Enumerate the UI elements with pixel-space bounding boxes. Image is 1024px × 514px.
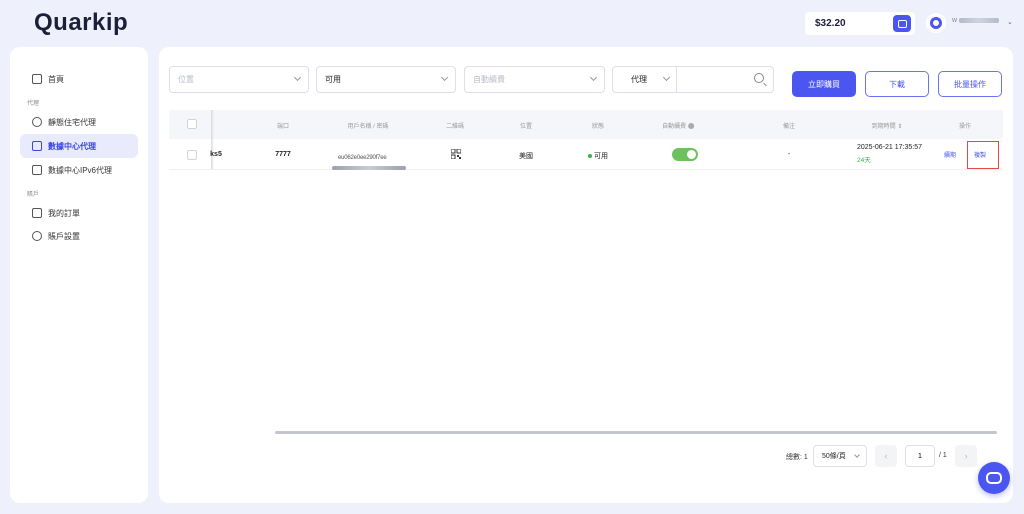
copy-highlight-box (967, 141, 999, 169)
home-icon (32, 74, 42, 84)
sidebar-item-label: 首頁 (48, 74, 64, 84)
col-port: 端口 (276, 124, 290, 130)
sidebar-item-orders[interactable]: 我的訂單 (20, 202, 138, 224)
status-dot (588, 154, 592, 159)
chat-support-button[interactable] (978, 462, 1010, 494)
logo-text: Quarkip (34, 9, 129, 36)
status-select[interactable]: 可用 (316, 66, 456, 93)
sidebar-item-home[interactable]: 首頁 (20, 68, 138, 90)
search-type-value: 代理 (631, 75, 647, 84)
col-autorenew: 自動續費 (662, 121, 694, 130)
row-checkbox[interactable] (187, 150, 197, 160)
chevron-down-icon (589, 73, 598, 82)
sidebar-item-label: 數據中心IPv6代理 (48, 165, 113, 175)
sidebar-item-label: 數據中心代理 (48, 141, 96, 151)
server-icon (32, 141, 42, 151)
search-type-select[interactable]: 代理 (613, 67, 677, 92)
balance-amount: $32.20 (815, 18, 846, 29)
select-all-checkbox[interactable] (187, 119, 197, 129)
autorenew-select[interactable]: 自動續費 (464, 66, 605, 93)
location-select-placeholder: 位置 (178, 75, 194, 84)
sidebar: 首頁 代理 靜態住宅代理 數據中心代理 數據中心IPv6代理 賬戶 我的訂單 賬… (10, 47, 148, 503)
page-number-input[interactable] (905, 445, 935, 467)
chat-icon (986, 468, 1002, 484)
credential-username: eu062e0ee290f7ee (338, 155, 387, 161)
row-status: 可用 (588, 151, 608, 161)
search-icon[interactable] (754, 73, 764, 83)
credential-password-redacted (332, 166, 406, 170)
row-port: 7777 (275, 151, 291, 158)
prev-page-button[interactable]: ‹ (875, 445, 897, 467)
wallet-icon[interactable] (893, 15, 911, 32)
buy-now-button[interactable]: 立即購買 (792, 71, 856, 97)
search-group: 代理 (612, 66, 774, 93)
next-page-button[interactable]: › (955, 445, 977, 467)
batch-actions-button[interactable]: 批量操作 (938, 71, 1002, 97)
col-credentials: 用戶名稱 / 密碼 (347, 124, 389, 130)
chevron-down-icon (440, 73, 449, 82)
sidebar-item-label: 靜態住宅代理 (48, 117, 96, 127)
sidebar-item-settings[interactable]: 賬戶設置 (20, 225, 138, 247)
qrcode-icon[interactable] (451, 149, 461, 159)
chevron-down-icon (854, 452, 860, 458)
autorenew-select-placeholder: 自動續費 (473, 75, 505, 84)
sidebar-section-account: 賬戶 (27, 192, 40, 198)
autorenew-toggle[interactable] (672, 148, 698, 161)
col-location: 位置 (519, 124, 533, 130)
renew-link[interactable]: 續期 (944, 150, 956, 159)
chevron-down-icon (662, 73, 671, 82)
row-credentials[interactable]: eu062e0ee290f7ee (332, 146, 406, 170)
brand-logo[interactable]: Quarkip (34, 9, 129, 36)
expiry-days-left: 24天 (857, 157, 871, 164)
page-size-value: 50條/頁 (822, 453, 846, 460)
main-panel: 位置 可用 自動續費 代理 立即購買 下載 批量操作 端口 用戶名稱 / 密碼 … (159, 47, 1013, 503)
sidebar-item-label: 我的訂單 (48, 208, 80, 218)
col-qrcode: 二維碼 (445, 124, 465, 130)
row-location: 美國 (519, 153, 533, 160)
monitor-icon (32, 165, 42, 175)
sidebar-item-datacenter[interactable]: 數據中心代理 (20, 134, 138, 158)
avatar[interactable] (926, 13, 946, 33)
status-select-value: 可用 (325, 75, 341, 84)
search-input[interactable] (679, 69, 749, 89)
gear-icon (32, 231, 42, 241)
sidebar-item-datacenter-ipv6[interactable]: 數據中心IPv6代理 (20, 159, 138, 181)
sidebar-item-label: 賬戶設置 (48, 231, 80, 241)
table-header: 端口 用戶名稱 / 密碼 二維碼 位置 狀態 自動續費 備注 到期時間 ⇕ 操作 (169, 110, 1003, 139)
location-pin-icon (32, 117, 42, 127)
sort-icon: ⇕ (897, 124, 903, 130)
col-actions: 操作 (958, 124, 972, 130)
chevron-down-icon (293, 73, 302, 82)
col-status: 狀態 (591, 124, 605, 130)
download-button[interactable]: 下載 (865, 71, 929, 97)
row-protocol: ks5 (210, 151, 222, 158)
sidebar-section-proxy: 代理 (27, 101, 40, 107)
page-count: / 1 (939, 452, 947, 459)
chevron-down-icon[interactable]: ⌄ (1007, 18, 1013, 26)
horizontal-scrollbar[interactable] (275, 431, 997, 434)
order-icon (32, 208, 42, 218)
info-icon[interactable] (687, 123, 694, 130)
expiry-date: 2025-06-21 17:35:57 (857, 144, 922, 151)
page-size-select[interactable]: 50條/頁 (813, 445, 867, 467)
user-name[interactable]: w (952, 17, 999, 24)
col-note: 備注 (782, 124, 796, 130)
location-select[interactable]: 位置 (169, 66, 309, 93)
row-note: - (787, 151, 791, 158)
balance-box: $32.20 (805, 12, 915, 35)
sidebar-item-static-residential[interactable]: 靜態住宅代理 (20, 111, 138, 133)
pagination-total: 總數: 1 (786, 454, 808, 461)
col-expiry[interactable]: 到期時間 ⇕ (872, 121, 903, 130)
row-expiry: 2025-06-21 17:35:57 24天 (857, 144, 922, 164)
